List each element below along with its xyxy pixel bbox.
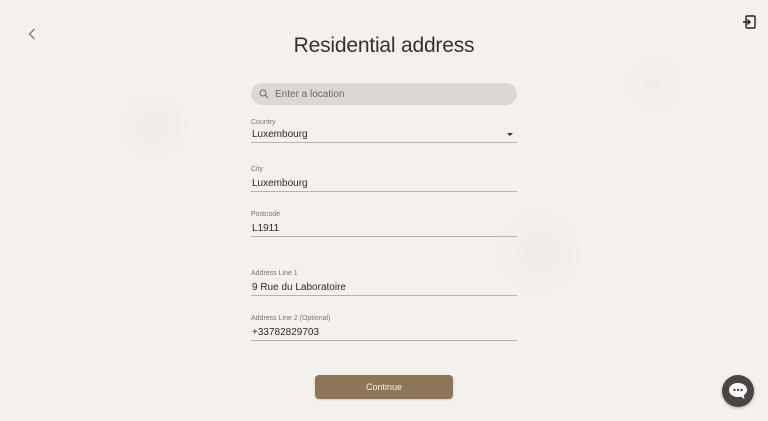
address-line-1-field[interactable]: Address Line 1 9 Rue du Laboratoire [251,269,517,296]
address-line-2-value: +33782829703 [252,327,320,338]
postcode-label: Postcode [251,211,281,218]
country-select[interactable]: Country Luxembourg [251,118,517,143]
logout-icon [743,15,756,29]
postcode-field[interactable]: Postcode L1911 [251,210,517,237]
page-title: Residential address [293,34,475,57]
search-icon [259,89,269,99]
address-line-1-label: Address Line 1 [251,270,298,277]
continue-button[interactable]: Continue [315,375,453,399]
search-input[interactable] [275,88,517,100]
city-value: Luxembourg [252,178,308,189]
city-field[interactable]: City Luxembourg [251,165,517,192]
country-value: Luxembourg [252,129,308,140]
logout-button[interactable] [742,15,756,29]
address-line-2-field[interactable]: Address Line 2 (Optional) +33782829703 [251,314,517,341]
caret-down-icon [507,133,513,136]
postcode-value: L1911 [252,223,280,234]
address-line-1-value: 9 Rue du Laboratoire [252,282,346,293]
country-label: Country [251,119,276,126]
address-line-2-label: Address Line 2 (Optional) [251,315,331,322]
chat-icon [729,383,747,399]
city-label: City [251,166,264,173]
chat-button[interactable] [722,375,754,407]
location-search[interactable] [251,83,517,105]
